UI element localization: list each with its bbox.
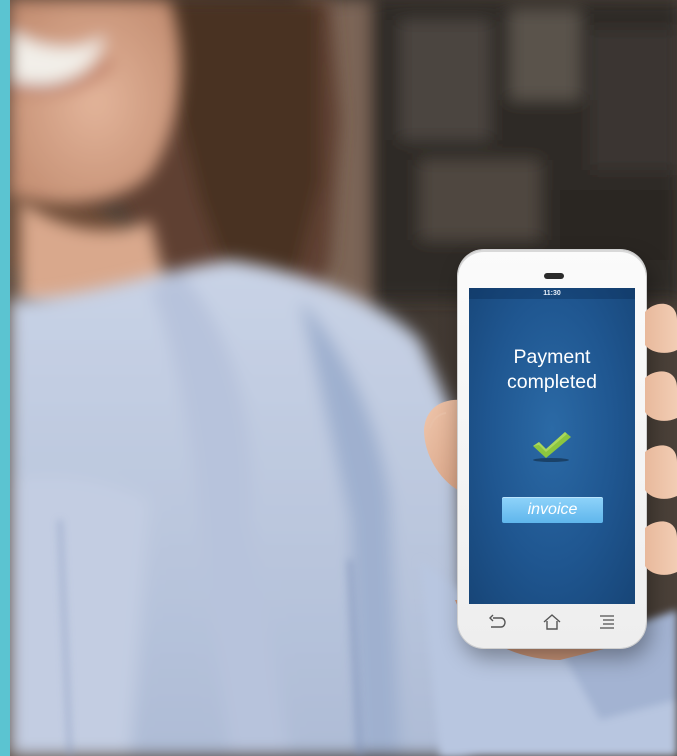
home-icon[interactable] — [542, 613, 562, 631]
invoice-button[interactable]: invoice — [502, 497, 603, 523]
smartphone: 11:30 Payment completed invoice — [458, 250, 646, 648]
payment-title-line2: completed — [507, 371, 597, 393]
phone-nav-bar — [469, 607, 635, 639]
payment-title: Payment completed — [469, 345, 635, 395]
status-time: 11:30 — [543, 290, 561, 297]
checkmark-icon — [533, 432, 571, 462]
phone-screen: 11:30 Payment completed invoice — [469, 288, 635, 604]
menu-icon[interactable] — [597, 613, 617, 631]
photo-scene: 11:30 Payment completed invoice — [0, 0, 677, 756]
payment-title-line1: Payment — [513, 346, 591, 368]
earpiece — [544, 273, 564, 279]
back-arrow-icon[interactable] — [487, 613, 507, 631]
accent-strip — [0, 0, 10, 756]
